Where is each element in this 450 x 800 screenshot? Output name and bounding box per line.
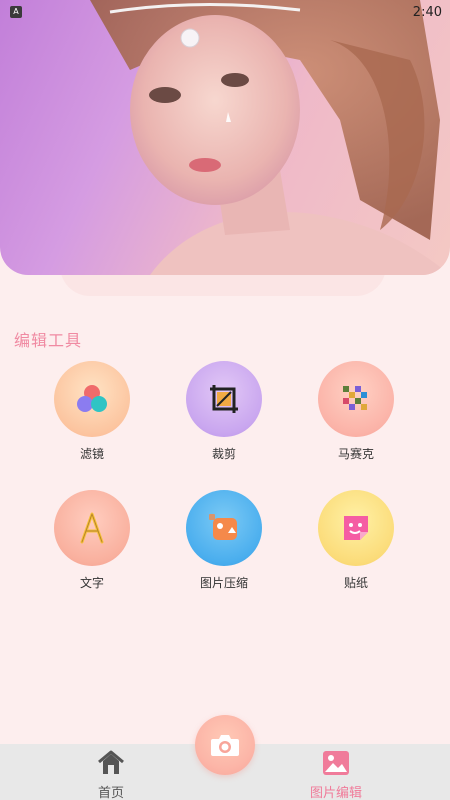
nav-home[interactable]: 首页 (66, 750, 156, 800)
image-edit-icon (323, 751, 349, 775)
filter-icon (54, 361, 130, 437)
tool-text[interactable]: 文字 (42, 490, 142, 591)
text-icon (54, 490, 130, 566)
hero-banner[interactable] (0, 0, 450, 275)
tool-label: 文字 (79, 576, 104, 590)
tool-label: 滤镜 (79, 447, 104, 461)
crop-icon (186, 361, 262, 437)
tool-label: 马赛克 (337, 447, 374, 461)
nav-home-label: 首页 (97, 786, 124, 800)
camera-icon (211, 735, 239, 756)
banner-photo (90, 0, 450, 275)
compress-icon (186, 490, 262, 566)
camera-button[interactable] (195, 715, 255, 775)
status-time: 2:40 (412, 4, 442, 20)
status-badge: A (10, 6, 22, 18)
tool-sticker[interactable]: 贴纸 (306, 490, 406, 591)
tool-label: 图片压缩 (199, 576, 248, 590)
tool-label: 贴纸 (343, 576, 368, 590)
tool-mosaic[interactable]: 马赛克 (306, 361, 406, 462)
tool-label: 裁剪 (211, 447, 236, 461)
sticker-icon (318, 490, 394, 566)
tool-crop[interactable]: 裁剪 (174, 361, 274, 462)
status-bar: A 2:40 (0, 0, 450, 24)
mosaic-icon (318, 361, 394, 437)
section-title: 编辑工具 (14, 331, 83, 350)
nav-image-edit-label: 图片编辑 (309, 786, 362, 800)
nav-image-edit[interactable]: 图片编辑 (291, 750, 381, 800)
tool-filter[interactable]: 滤镜 (42, 361, 142, 462)
tool-compress[interactable]: 图片压缩 (174, 490, 274, 591)
home-icon (98, 750, 124, 774)
